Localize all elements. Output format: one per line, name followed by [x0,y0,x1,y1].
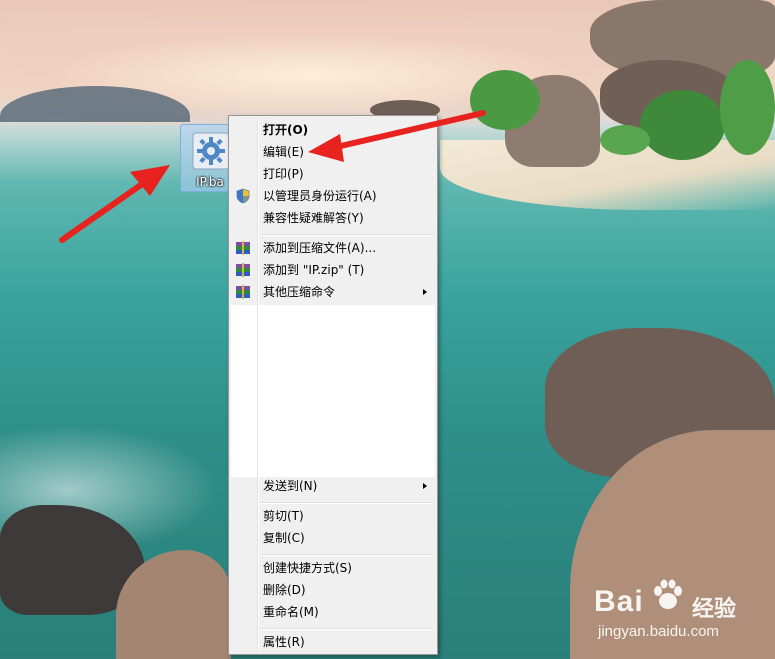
menu-item-label: 删除(D) [263,583,306,597]
menu-separator [259,502,433,504]
submenu-arrow-icon [423,483,427,489]
gear-file-icon [192,132,230,170]
menu-item-print[interactable]: 打印(P) [231,163,435,185]
menu-item-label: 以管理员身份运行(A) [263,189,377,203]
menu-item-label: 兼容性疑难解答(Y) [263,211,364,225]
menu-item-label: 复制(C) [263,531,305,545]
winrar-icon [236,263,250,277]
menu-item-copy[interactable]: 复制(C) [231,527,435,549]
menu-item-label: 重命名(M) [263,605,319,619]
menu-item-add-to-archive[interactable]: 添加到压缩文件(A)... [231,237,435,259]
menu-empty-area [231,305,435,477]
winrar-icon [236,285,250,299]
menu-item-label: 其他压缩命令 [263,285,336,299]
menu-item-open[interactable]: 打开(O) [231,119,435,141]
menu-item-properties[interactable]: 属性(R) [231,631,435,653]
menu-item-compatibility[interactable]: 兼容性疑难解答(Y) [231,207,435,229]
watermark-url: jingyan.baidu.com [598,623,719,640]
watermark-logo-text: Bai [594,585,644,618]
menu-item-label: 创建快捷方式(S) [263,561,352,575]
foliage [470,70,540,130]
menu-separator [259,554,433,556]
menu-item-cut[interactable]: 剪切(T) [231,505,435,527]
menu-item-label: 属性(R) [263,635,305,649]
menu-item-label: 打印(P) [263,167,304,181]
winrar-icon [236,241,250,255]
menu-item-label: 发送到(N) [263,479,318,493]
menu-item-other-compress[interactable]: 其他压缩命令 [231,281,435,303]
menu-item-label: 打开(O) [263,123,309,137]
menu-item-label: 剪切(T) [263,509,304,523]
context-menu: 打开(O) 编辑(E) 打印(P) 以管理员身份运行(A) 兼容性疑难解答(Y)… [228,115,438,655]
menu-item-rename[interactable]: 重命名(M) [231,601,435,623]
menu-item-send-to[interactable]: 发送到(N) [231,475,435,497]
baidu-watermark: Bai 经验 jingyan.baidu.com [590,575,775,659]
uac-shield-icon [236,188,250,204]
foliage [640,90,725,160]
menu-item-label: 编辑(E) [263,145,304,159]
menu-separator [259,628,433,630]
menu-separator [259,234,433,236]
menu-item-edit[interactable]: 编辑(E) [231,141,435,163]
menu-item-run-as-admin[interactable]: 以管理员身份运行(A) [231,185,435,207]
menu-item-delete[interactable]: 删除(D) [231,579,435,601]
menu-item-create-shortcut[interactable]: 创建快捷方式(S) [231,557,435,579]
baidu-paw-icon [654,579,682,609]
menu-item-label: 添加到 "IP.zip" (T) [263,263,365,277]
watermark-suffix: 经验 [692,596,737,621]
foliage [600,125,650,155]
menu-item-add-to-zip[interactable]: 添加到 "IP.zip" (T) [231,259,435,281]
menu-item-label: 添加到压缩文件(A)... [263,241,377,255]
foliage [720,60,775,155]
submenu-arrow-icon [423,289,427,295]
